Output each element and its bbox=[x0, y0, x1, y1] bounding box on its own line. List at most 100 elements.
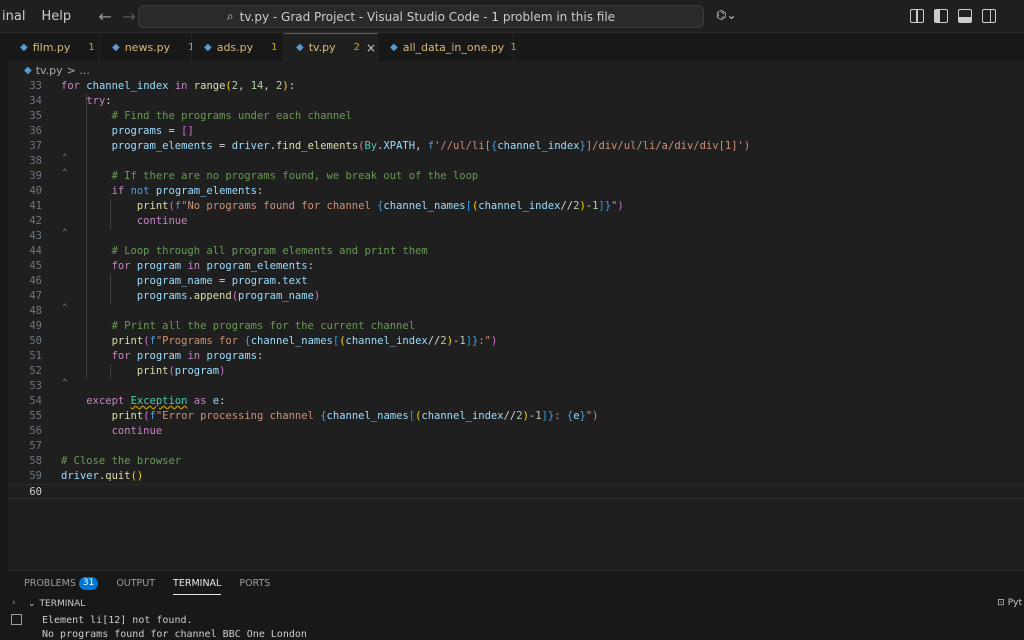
code-text: continue bbox=[136, 215, 188, 227]
problems-count-badge: 31 bbox=[78, 577, 99, 590]
code-editor[interactable]: 33 for channel_index in range(2, 14, 2): … bbox=[8, 79, 1024, 567]
line-number: 46 bbox=[29, 275, 42, 287]
code-line: 46 program_name = program.text bbox=[8, 274, 1024, 289]
terminal-instance-label[interactable]: ⊡ Pyt bbox=[997, 598, 1022, 608]
line-number: 47 bbox=[29, 290, 42, 302]
chevron-down-icon: ⌄ bbox=[28, 599, 36, 609]
python-file-icon: ◆ bbox=[112, 41, 120, 53]
code-line: 51 for program in programs: bbox=[8, 349, 1024, 364]
tab-label: tv.py bbox=[308, 41, 336, 54]
line-number: 34 bbox=[29, 95, 42, 107]
tab-label: film.py bbox=[32, 40, 71, 54]
code-text: programs = [] bbox=[111, 125, 194, 137]
tab-output[interactable]: OUTPUT bbox=[116, 571, 155, 597]
code-line: 54 except Exception as e: bbox=[8, 394, 1024, 409]
tab-problem-count: 1 bbox=[510, 41, 517, 53]
line-number: 45 bbox=[29, 260, 42, 272]
command-center-search[interactable]: ⌕ tv.py - Grad Project - Visual Studio C… bbox=[138, 5, 704, 28]
code-text: # Find the programs under each channel bbox=[111, 110, 352, 122]
line-number: 42 bbox=[29, 215, 42, 227]
tab-ads-py[interactable]: ◆ ads.py 1 bbox=[192, 33, 284, 61]
python-file-icon: ◆ bbox=[24, 64, 32, 76]
terminal-instance-name: Pyt bbox=[1007, 598, 1022, 608]
tab-problems-label: PROBLEMS bbox=[24, 578, 76, 589]
line-number: 37 bbox=[29, 140, 42, 152]
tab-news-py[interactable]: ◆ news.py 1 bbox=[100, 33, 195, 61]
activity-strip bbox=[0, 33, 8, 640]
terminal-header-label: TERMINAL bbox=[39, 599, 86, 609]
code-text: for program in program_elements: bbox=[111, 260, 314, 272]
code-text: # Close the browser bbox=[61, 455, 182, 467]
code-line: 34 try: bbox=[8, 94, 1024, 109]
terminal-debug-icon[interactable] bbox=[11, 614, 22, 625]
fold-chevron-icon[interactable]: ⌃ bbox=[62, 301, 67, 316]
breadcrumb-file[interactable]: tv.py bbox=[36, 64, 63, 77]
line-number: 52 bbox=[29, 365, 42, 377]
line-number: 38 bbox=[29, 155, 42, 167]
customize-layout-icon[interactable] bbox=[910, 9, 924, 23]
toggle-primary-sidebar-icon[interactable] bbox=[934, 9, 948, 23]
terminal-section-header[interactable]: ⌄ TERMINAL ⊡ Pyt bbox=[8, 596, 1024, 612]
line-number: 36 bbox=[29, 125, 42, 137]
code-line: 48 ⌃ bbox=[8, 301, 1024, 319]
back-arrow-icon[interactable]: ← bbox=[93, 7, 117, 26]
code-text: print(f"No programs found for channel {c… bbox=[136, 200, 624, 212]
tab-label: all_data_in_one.py bbox=[402, 40, 505, 54]
line-number: 48 bbox=[29, 305, 42, 317]
terminal-line: Element li[12] not found. bbox=[42, 615, 193, 626]
layout-controls bbox=[910, 9, 996, 23]
code-text: continue bbox=[111, 425, 163, 437]
tab-tv-py[interactable]: ◆ tv.py 2 × bbox=[284, 33, 378, 61]
code-text: program_name = program.text bbox=[136, 275, 308, 287]
code-text: program_elements = driver.find_elements(… bbox=[111, 140, 751, 152]
code-line: 43 ⌃ bbox=[8, 226, 1024, 244]
tab-problems[interactable]: PROBLEMS 31 bbox=[24, 571, 99, 597]
code-line: 58 # Close the browser bbox=[8, 454, 1024, 469]
line-number: 44 bbox=[29, 245, 42, 257]
menu-terminal[interactable]: inal bbox=[0, 0, 33, 33]
line-number: 40 bbox=[29, 185, 42, 197]
close-icon[interactable]: × bbox=[366, 41, 376, 55]
code-line: 39 ⌃ # If there are no programs found, we… bbox=[8, 168, 1024, 184]
current-code-line: 60 bbox=[8, 484, 1024, 499]
code-text: print(f"Error processing channel {channe… bbox=[111, 410, 599, 422]
tab-label: ads.py bbox=[216, 40, 254, 54]
line-number: 43 bbox=[29, 230, 42, 242]
search-icon: ⌕ bbox=[226, 9, 234, 23]
tab-terminal[interactable]: TERMINAL bbox=[173, 573, 222, 595]
code-text: try: bbox=[86, 95, 112, 107]
code-line: 50 print(f"Programs for {channel_names[(… bbox=[8, 334, 1024, 349]
code-text: if not program_elements: bbox=[111, 185, 264, 197]
toggle-secondary-sidebar-icon[interactable] bbox=[982, 9, 996, 23]
tab-ports[interactable]: PORTS bbox=[239, 571, 270, 597]
chevron-right-icon[interactable]: › bbox=[12, 598, 16, 608]
terminal-output[interactable]: Element li[12] not found. No programs fo… bbox=[8, 612, 1024, 640]
code-line: 35 # Find the programs under each channe… bbox=[8, 109, 1024, 124]
tab-label: news.py bbox=[124, 40, 171, 54]
copilot-icon[interactable]: ⌬⌄ bbox=[716, 8, 737, 22]
menu-help[interactable]: Help bbox=[33, 0, 79, 33]
code-text: for program in programs: bbox=[111, 350, 264, 362]
line-number: 58 bbox=[29, 455, 42, 467]
breadcrumb-rest[interactable]: > ... bbox=[67, 64, 90, 77]
line-number: 51 bbox=[29, 350, 42, 362]
code-line: 53 ⌃ bbox=[8, 376, 1024, 394]
code-text: programs.append(program_name) bbox=[136, 290, 321, 302]
panel-tab-bar: PROBLEMS 31 OUTPUT TERMINAL PORTS bbox=[8, 570, 1024, 596]
fold-chevron-icon[interactable]: ⌃ bbox=[62, 151, 67, 166]
tab-problem-count: 2 bbox=[353, 42, 361, 53]
code-text: # Loop through all program elements and … bbox=[111, 245, 428, 257]
code-line: 41 print(f"No programs found for channel… bbox=[8, 199, 1024, 214]
fold-chevron-icon[interactable]: ⌃ bbox=[62, 376, 67, 391]
tab-all-data-in-one-py[interactable]: ◆ all_data_in_one.py 1 bbox=[378, 33, 517, 61]
command-center-text: tv.py - Grad Project - Visual Studio Cod… bbox=[239, 9, 616, 24]
line-number: 59 bbox=[29, 470, 42, 482]
terminal-line: No programs found for channel BBC One Lo… bbox=[42, 629, 307, 640]
code-line: 49 # Print all the programs for the curr… bbox=[8, 319, 1024, 334]
toggle-panel-icon[interactable] bbox=[958, 9, 972, 23]
code-text: except Exception as e: bbox=[86, 395, 226, 407]
fold-chevron-icon[interactable]: ⌃ bbox=[62, 226, 67, 241]
line-number: 55 bbox=[29, 410, 42, 422]
python-file-icon: ◆ bbox=[296, 42, 304, 53]
tab-film-py[interactable]: ◆ film.py 1 bbox=[8, 33, 100, 61]
